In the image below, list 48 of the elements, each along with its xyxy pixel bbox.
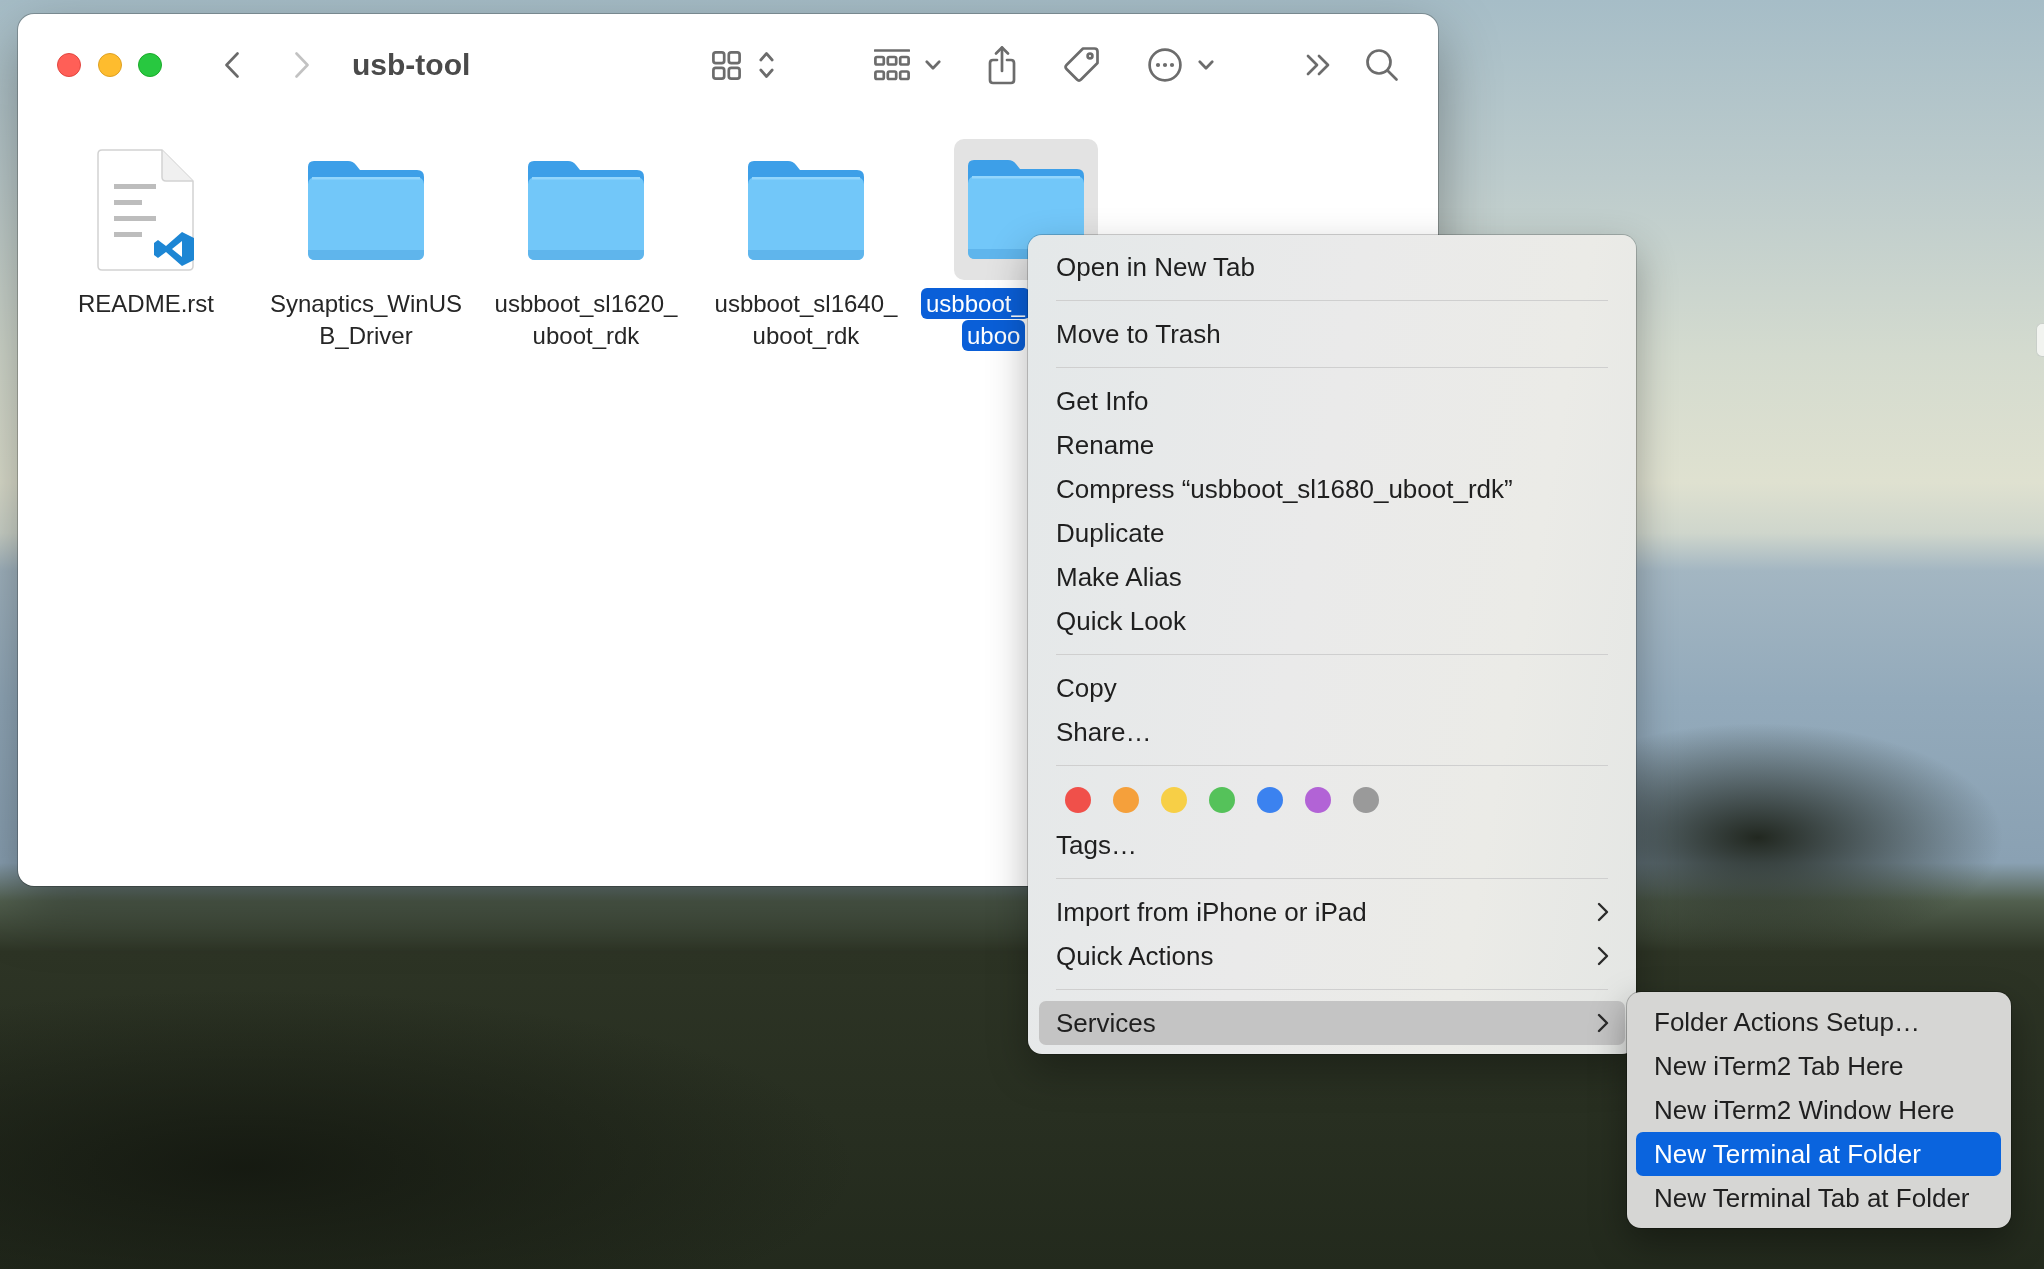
chevron-down-icon[interactable]	[1198, 60, 1214, 70]
window-minimize-icon[interactable]	[98, 53, 122, 77]
menu-item[interactable]: Move to Trash	[1039, 312, 1625, 356]
menu-item[interactable]: Open in New Tab	[1039, 245, 1625, 289]
file-name: Synaptics_WinUS B_Driver	[269, 289, 463, 351]
color-tag-icon[interactable]	[1353, 787, 1379, 813]
color-tag-icon[interactable]	[1161, 787, 1187, 813]
grid-view-icon[interactable]	[712, 50, 741, 80]
color-tag-icon[interactable]	[1209, 787, 1235, 813]
menu-item[interactable]: Quick Actions	[1039, 934, 1625, 978]
file-name: usbboot_sl1620_ uboot_rdk	[494, 289, 678, 351]
menu-item[interactable]: Folder Actions Setup…	[1636, 1000, 2001, 1044]
grid-list-icon[interactable]	[874, 49, 910, 81]
menu-item[interactable]: New Terminal at Folder	[1636, 1132, 2001, 1176]
document-icon[interactable]	[96, 147, 196, 272]
menu-item[interactable]: New iTerm2 Tab Here	[1636, 1044, 2001, 1088]
menu-item[interactable]: Services	[1039, 1001, 1625, 1045]
menu-item[interactable]: Tags…	[1039, 823, 1625, 867]
menu-item[interactable]: Duplicate	[1039, 511, 1625, 555]
window-edge	[2036, 323, 2044, 357]
back-chevron-icon[interactable]	[225, 52, 239, 78]
file-name: README.rst	[78, 289, 214, 319]
menu-item[interactable]: Compress “usbboot_sl1680_uboot_rdk”	[1039, 467, 1625, 511]
ellipsis-circle-icon[interactable]	[1148, 48, 1182, 82]
menu-item[interactable]: Make Alias	[1039, 555, 1625, 599]
menu-item[interactable]: New Terminal Tab at Folder	[1636, 1176, 2001, 1220]
window-close-icon[interactable]	[57, 53, 81, 77]
window-zoom-icon[interactable]	[138, 53, 162, 77]
menu-item[interactable]: Get Info	[1039, 379, 1625, 423]
menu-item[interactable]: New iTerm2 Window Here	[1636, 1088, 2001, 1132]
share-icon[interactable]	[988, 45, 1016, 85]
file-name: usbboot_sl1640_ uboot_rdk	[714, 289, 898, 351]
double-chevron-icon[interactable]	[1306, 54, 1332, 76]
color-tag-icon[interactable]	[1065, 787, 1091, 813]
menu-item[interactable]: Import from iPhone or iPad	[1039, 890, 1625, 934]
tag-icon[interactable]	[1062, 46, 1100, 84]
chevron-down-icon[interactable]	[925, 60, 941, 70]
up-down-chevron-icon[interactable]	[759, 51, 774, 79]
menu-item[interactable]: Copy	[1039, 666, 1625, 710]
color-tag-icon[interactable]	[1305, 787, 1331, 813]
file-name: usbboot_ uboo	[921, 288, 1030, 352]
color-tag-icon[interactable]	[1257, 787, 1283, 813]
window-title: usb-tool	[352, 48, 471, 82]
menu-item[interactable]: Share…	[1039, 710, 1625, 754]
menu-item[interactable]: Rename	[1039, 423, 1625, 467]
search-icon[interactable]	[1365, 48, 1399, 82]
color-tag-icon[interactable]	[1113, 787, 1139, 813]
menu-item[interactable]: Quick Look	[1039, 599, 1625, 643]
